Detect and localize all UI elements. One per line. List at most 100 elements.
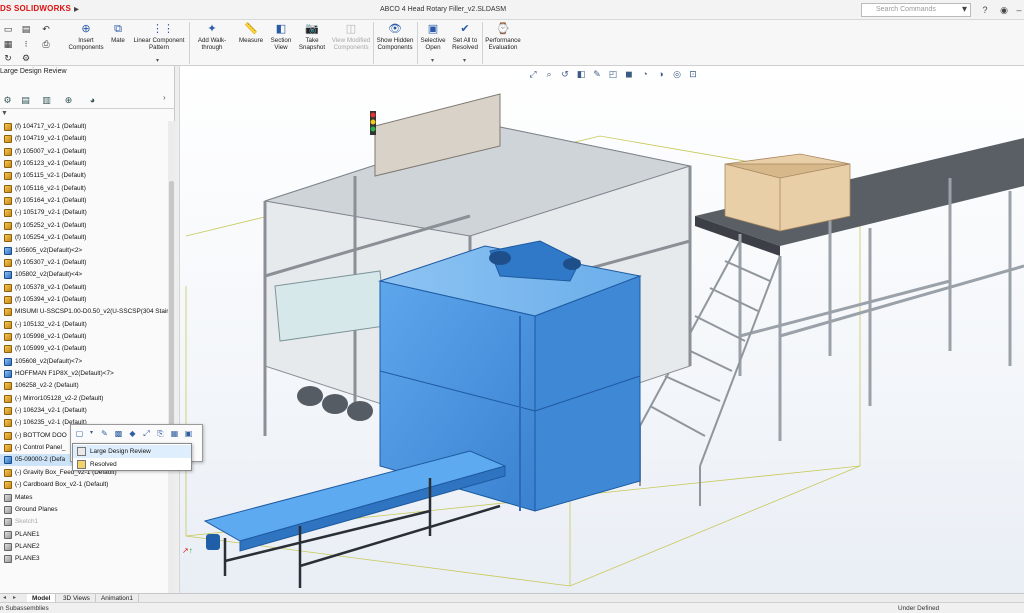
zoom-to-fit-icon[interactable]: ⤢ [527,68,539,80]
dynamic-annotation-icon[interactable]: ✎ [591,68,603,80]
minimize-icon[interactable]: – [1012,3,1024,17]
search-dropdown-icon[interactable]: ▾ [958,3,971,16]
mate-icon-small[interactable]: ⤢ [141,428,152,439]
selective-open-dropdown-icon[interactable]: ▾ [431,57,434,64]
display-manager-tab-icon[interactable]: ◕ [86,94,99,106]
view-settings-icon[interactable]: ⊡ [687,68,699,80]
zoom-area-icon[interactable]: ⌕ [543,68,555,80]
take-snapshot-button[interactable]: 📷 Take Snapshot [295,22,329,51]
tree-item[interactable]: (-) 105179_v2-1 (Default) [0,207,168,219]
section-view-button[interactable]: ◧ Section View [267,22,295,51]
change-transparency-icon[interactable]: ▩ [113,428,124,439]
performance-evaluation-button[interactable]: ⌚ Performance Evaluation [483,22,523,51]
configuration-manager-tab-icon[interactable]: ▥ [40,94,53,106]
resolved-mode-item[interactable]: Resolved [73,458,191,471]
new-document-icon[interactable]: ▭ [2,23,14,35]
help-icon[interactable]: ? [978,3,992,17]
part-icon [4,345,12,354]
part-icon [4,258,12,267]
traffic-light-icon[interactable]: ⁝ [20,38,32,50]
feature-manager-tab-icon[interactable]: ⚙ [1,94,14,106]
view-orientation-icon[interactable]: ◰ [607,68,619,80]
undo-icon[interactable]: ↶ [40,23,52,35]
suppress-icon[interactable]: ◆ [127,428,138,439]
print-icon[interactable]: ⎙ [40,38,52,50]
chevron-right-icon[interactable]: › [163,93,166,102]
save-icon[interactable]: ▦ [2,38,14,50]
tree-item[interactable]: (-) 106234_v2-1 (Default) [0,405,168,417]
tree-item[interactable]: (f) 105254_v2-1 (Default) [0,232,168,244]
previous-view-icon[interactable]: ↺ [559,68,571,80]
selective-open-button[interactable]: ▣ Selective Open [418,22,448,51]
tree-item[interactable]: (-) Cardboard Box_v2-1 (Default) [0,479,168,491]
insert-components-button[interactable]: ⊕ Insert Components [64,22,108,51]
tree-item[interactable]: (f) 105307_v2-1 (Default) [0,257,168,269]
part-icon [4,444,12,453]
tree-item[interactable]: Ground Planes [0,504,168,516]
tree-item[interactable]: (f) 105998_v2-1 (Default) [0,331,168,343]
user-icon[interactable]: ◉ [997,3,1011,17]
tree-item[interactable]: (f) 105252_v2-1 (Default) [0,220,168,232]
tree-item[interactable]: (-) Mirror105128_v2-2 (Default) [0,393,168,405]
solidworks-logo[interactable]: DS SOLIDWORKS [0,4,71,13]
open-part-icon[interactable]: ▦ [169,428,180,439]
tree-item[interactable]: (f) 104717_v2-1 (Default) [0,121,168,133]
section-view-hud-icon[interactable]: ◧ [575,68,587,80]
tree-item[interactable]: PLANE3 [0,553,168,565]
measure-button[interactable]: 📏 Measure [235,22,267,44]
show-hidden-components-button[interactable]: 👁 Show Hidden Components [374,22,416,51]
tree-item[interactable]: 105605_v2(Default)<2> [0,245,168,257]
tree-item[interactable]: (f) 105394_v2-1 (Default) [0,294,168,306]
search-commands-input[interactable]: Search Commands [861,3,971,17]
tree-item[interactable]: MISUMI U-SSCSP1.00-D0.50_v2(U-SSCSP(304 … [0,306,168,318]
tree-scrollbar[interactable] [168,121,175,593]
tree-item[interactable]: (f) 105123_v2-1 (Default) [0,158,168,170]
dim-xpert-tab-icon[interactable]: ⊕ [62,94,75,106]
set-all-to-resolved-button[interactable]: ✔ Set All to Resolved [448,22,482,51]
component-properties-icon[interactable]: ▣ [183,428,194,439]
property-manager-tab-icon[interactable]: ▤ [19,94,32,106]
hide-icon[interactable]: ✎ [99,428,110,439]
options-icon[interactable]: ⚙ [20,52,32,64]
rebuild-icon[interactable]: ↻ [2,52,14,64]
bottom-tab-bar: ◂ ▸ Model 3D Views Animation1 [0,593,1024,603]
ldr-mode-item[interactable]: Large Design Review [73,445,191,458]
tree-item[interactable]: HOFFMAN F1P8X_v2(Default)<7> [0,368,168,380]
pattern-dropdown-icon[interactable]: ▾ [156,57,159,64]
clip-icon[interactable]: ⎘ [155,428,166,439]
apply-scene-icon[interactable]: ◎ [671,68,683,80]
display-style-icon[interactable]: ◼ [623,68,635,80]
tree-item[interactable]: (f) 105164_v2-1 (Default) [0,195,168,207]
tree-item[interactable]: (f) 105378_v2-1 (Default) [0,282,168,294]
part-icon [4,135,12,144]
edit-component-icon[interactable]: ▢ [74,428,85,439]
tree-item[interactable]: (f) 105115_v2-1 (Default) [0,170,168,182]
mate-button[interactable]: ⧉ Mate [106,22,130,44]
tree-item[interactable]: PLANE2 [0,541,168,553]
tree-item[interactable]: Sketch1 [0,516,168,528]
add-walk-through-button[interactable]: ✦ Add Walk-through [191,22,233,51]
resolved-dropdown-icon[interactable]: ▾ [463,57,466,64]
tree-item-label: (f) 105116_v2-1 (Default) [15,184,86,192]
tree-item[interactable]: 105802_v2(Default)<4> [0,269,168,281]
tree-item[interactable]: (f) 105999_v2-1 (Default) [0,343,168,355]
tree-item[interactable]: PLANE1 [0,529,168,541]
assembly-model[interactable] [180,66,1024,593]
tree-item[interactable]: Mates [0,492,168,504]
view-modified-components-button[interactable]: ◫ View Modified Components [331,22,371,51]
edit-appearance-icon[interactable]: ◑ [655,68,667,80]
menu-arrow-icon[interactable]: ▸ [70,3,83,16]
tree-item[interactable]: 106258_v2-2 (Default) [0,380,168,392]
open-icon[interactable]: ▤ [20,23,32,35]
dropdown-arrow-icon[interactable]: ▾ [86,428,97,439]
hide-show-icon[interactable]: ◔ [639,68,651,80]
linear-component-pattern-button[interactable]: ⋮⋮ Linear Component Pattern [130,22,188,51]
tree-item[interactable]: (-) 105132_v2-1 (Default) [0,319,168,331]
tree-item[interactable]: (f) 105007_v2-1 (Default) [0,146,168,158]
tree-item[interactable]: 105608_v2(Default)<7> [0,356,168,368]
title-bar: DS SOLIDWORKS ▸ ABCO 4 Head Rotary Fille… [0,0,1024,20]
tree-item[interactable]: (f) 105116_v2-1 (Default) [0,183,168,195]
tree-item-label: (f) 105378_v2-1 (Default) [15,283,87,291]
filter-icon[interactable]: ▼ [1,110,8,117]
tree-item[interactable]: (f) 104719_v2-1 (Default) [0,133,168,145]
